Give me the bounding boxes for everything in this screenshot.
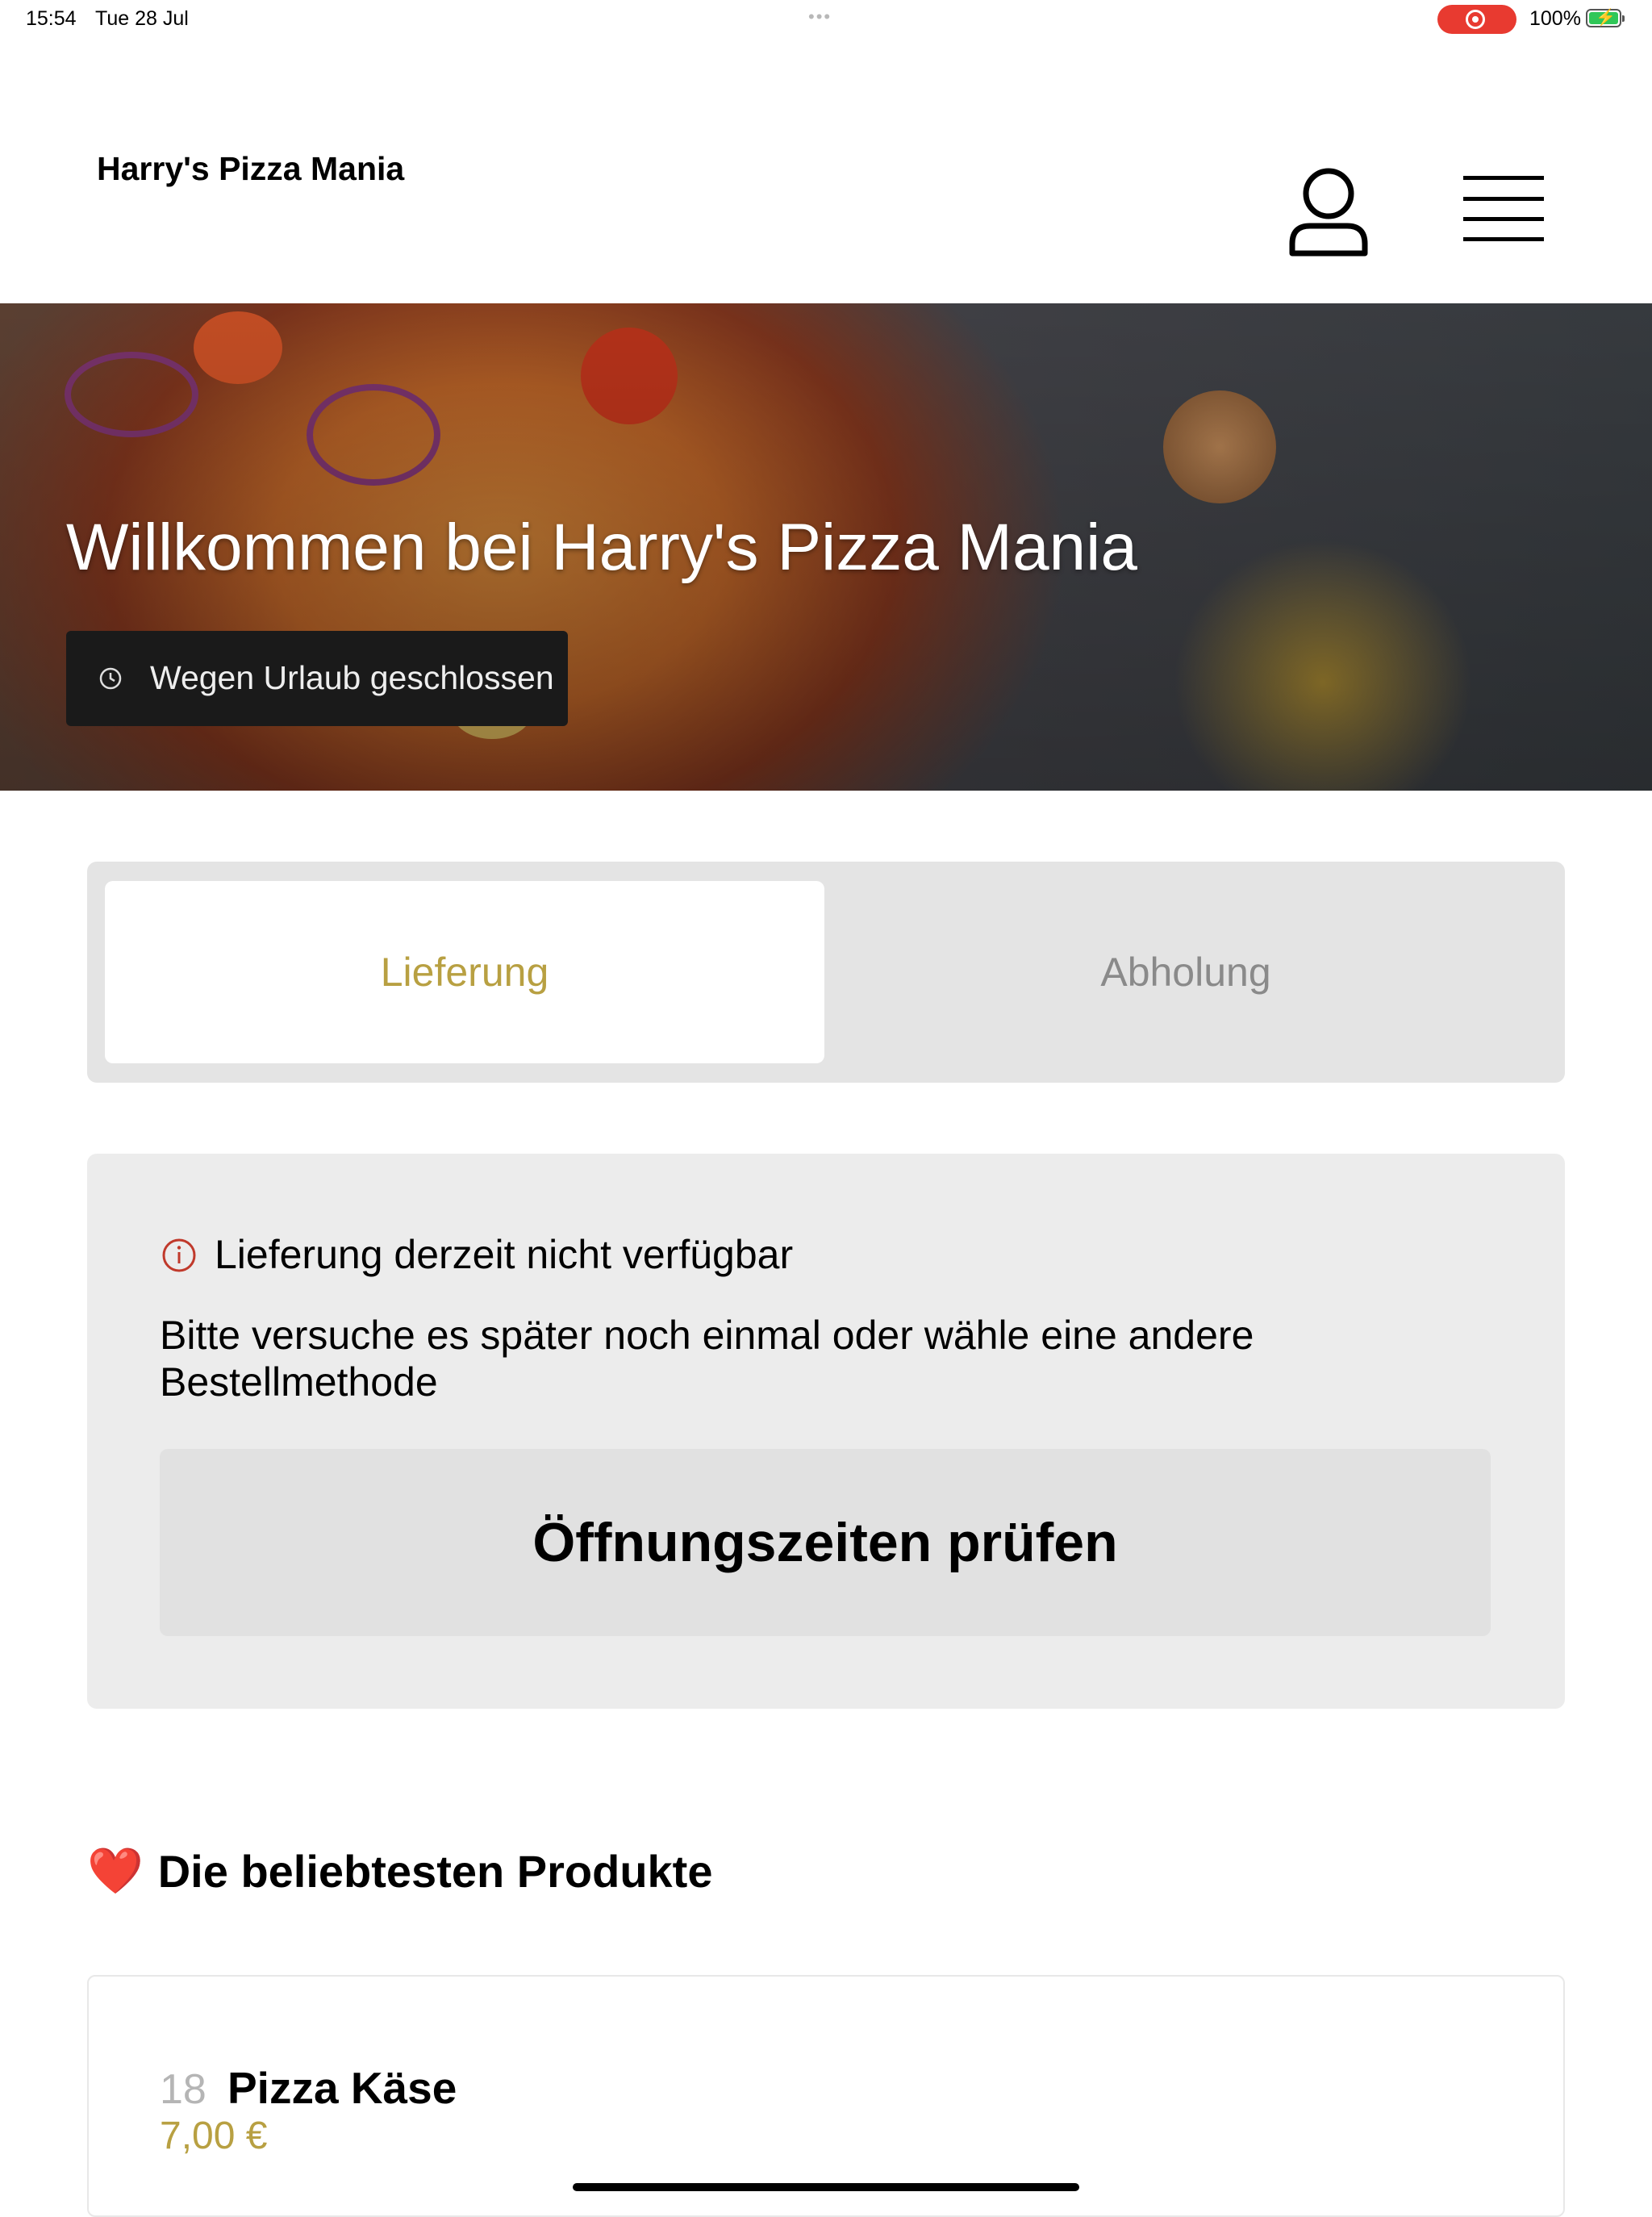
user-icon: [1289, 168, 1368, 257]
multitasking-dots-icon[interactable]: •••: [808, 6, 832, 27]
check-opening-hours-button[interactable]: Öffnungszeiten prüfen: [160, 1449, 1491, 1636]
notice-title: Lieferung derzeit nicht verfügbar: [215, 1232, 794, 1277]
battery-icon: ⚡: [1586, 9, 1625, 27]
battery-percentage: 100%: [1529, 7, 1581, 30]
screen-recording-icon[interactable]: [1437, 5, 1516, 34]
hero-title: Willkommen bei Harry's Pizza Mania: [66, 511, 1137, 584]
hero-banner: Willkommen bei Harry's Pizza Mania Wegen…: [0, 303, 1652, 791]
product-price: 7,00 €: [160, 2115, 268, 2157]
clock-icon: [99, 667, 122, 690]
product-name: Pizza Käse: [227, 2063, 457, 2113]
status-time: 15:54: [26, 7, 77, 30]
brand-name[interactable]: Harry's Pizza Mania: [97, 150, 404, 188]
product-number: 18: [160, 2066, 206, 2113]
tab-delivery[interactable]: Lieferung: [105, 881, 824, 1063]
status-badge-label: Wegen Urlaub geschlossen: [150, 659, 554, 696]
tab-pickup[interactable]: Abholung: [826, 881, 1546, 1063]
heart-icon: ❤️: [87, 1845, 144, 1896]
status-bar: 15:54 Tue 28 Jul ••• 100% ⚡: [0, 0, 1652, 39]
delivery-unavailable-notice: Lieferung derzeit nicht verfügbar Bitte …: [87, 1154, 1565, 1709]
home-indicator[interactable]: [573, 2183, 1079, 2191]
status-badge: Wegen Urlaub geschlossen: [66, 631, 568, 726]
notice-body: Bitte versuche es später noch einmal ode…: [160, 1313, 1254, 1405]
app-header: Harry's Pizza Mania: [0, 39, 1652, 303]
product-card[interactable]: 18 Pizza Käse 7,00 €: [87, 1975, 1565, 2217]
popular-products-title: Die beliebtesten Produkte: [157, 1845, 713, 1897]
order-mode-selector: Lieferung Abholung: [87, 862, 1565, 1083]
menu-button[interactable]: [1460, 173, 1547, 244]
account-button[interactable]: [1286, 163, 1371, 258]
info-icon: [162, 1238, 196, 1272]
hamburger-menu-icon: [1463, 176, 1544, 241]
status-date: Tue 28 Jul: [95, 7, 189, 30]
popular-products-heading: ❤️ Die beliebtesten Produkte: [87, 1844, 712, 1898]
